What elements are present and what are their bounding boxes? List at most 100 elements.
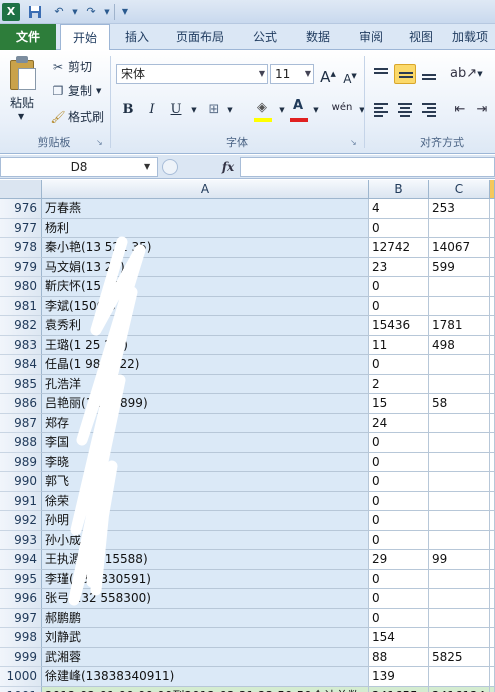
cell-c[interactable] [429,277,490,297]
cell-d[interactable] [490,257,495,277]
cell-b[interactable]: 2 [369,374,429,394]
row-header[interactable]: 984 [0,355,42,375]
font-name-select[interactable]: 宋体 ▼ [116,64,268,84]
row-header[interactable]: 1000 [0,667,42,687]
tab-view[interactable]: 视图 [398,24,444,50]
cell-b[interactable]: 0 [369,296,429,316]
cell-a[interactable]: 徐建峰(13838340911) [42,667,369,687]
cell-b[interactable]: 4 [369,199,429,219]
increase-indent-icon[interactable]: ⇥ [472,100,492,120]
cell-b[interactable]: 24 [369,413,429,433]
cell-b[interactable]: 0 [369,491,429,511]
cell-d[interactable] [490,628,495,648]
save-icon[interactable] [26,3,44,21]
row-header[interactable]: 982 [0,316,42,336]
align-right-button[interactable] [418,100,440,120]
cell-b[interactable]: 0 [369,608,429,628]
row-header[interactable]: 993 [0,530,42,550]
cell-d[interactable] [490,199,495,219]
cell-b[interactable]: 154 [369,628,429,648]
cell-d[interactable] [490,472,495,492]
row-header[interactable]: 977 [0,218,42,238]
orientation-icon[interactable]: ab↗ [450,64,477,84]
cell-d[interactable] [490,569,495,589]
underline-button[interactable]: U [166,100,186,120]
row-header[interactable]: 995 [0,569,42,589]
row-header[interactable]: 981 [0,296,42,316]
cell-a[interactable]: 2012-02-01 00:00:00到2012-03-31 23:59:59合… [42,686,369,692]
cell-d[interactable] [490,589,495,609]
cell-b[interactable]: 15 [369,394,429,414]
shrink-font-icon[interactable]: A▼ [340,66,360,86]
row-header[interactable]: 997 [0,608,42,628]
row-header[interactable]: 991 [0,491,42,511]
cell-a[interactable]: 刘静武 [42,628,369,648]
tab-data[interactable]: 数据 [295,24,341,50]
cell-b[interactable]: 0 [369,452,429,472]
cell-b[interactable]: 139 [369,667,429,687]
copy-button[interactable]: ❐ 复制 ▼ [50,82,102,99]
cell-d[interactable] [490,491,495,511]
cell-a[interactable]: 孙明 [42,511,369,531]
cell-a[interactable]: 郑存 [42,413,369,433]
worksheet-grid[interactable]: A B C 976 万春燕 4 253 977 杨利 0 978 秦小艳(13 521 35) 1… [0,180,495,692]
cell-b[interactable]: 0 [369,355,429,375]
cell-c[interactable] [429,608,490,628]
cell-b[interactable]: 23 [369,257,429,277]
column-header-d[interactable] [490,180,495,199]
align-middle-button[interactable] [394,64,416,84]
cell-a[interactable]: 吕艳丽(1 589899) [42,394,369,414]
row-header[interactable]: 988 [0,433,42,453]
font-color-icon[interactable]: A [288,96,308,116]
tab-file[interactable]: 文件 [0,24,56,50]
cell-a[interactable]: 孙小成 [42,530,369,550]
align-bottom-button[interactable] [418,64,440,84]
cell-a[interactable]: 张弓(132 558300) [42,589,369,609]
cell-d[interactable] [490,452,495,472]
cell-c[interactable] [429,433,490,453]
paste-icon[interactable] [8,56,38,92]
cell-d[interactable] [490,316,495,336]
tab-review[interactable]: 审阅 [348,24,394,50]
tab-formulas[interactable]: 公式 [242,24,288,50]
align-left-button[interactable] [370,100,392,120]
cell-c[interactable] [429,472,490,492]
cell-a[interactable]: 靳庆怀(15 22) [42,277,369,297]
insert-function-icon[interactable]: fx [218,157,238,177]
row-header[interactable]: 983 [0,335,42,355]
row-header[interactable]: 986 [0,394,42,414]
tab-addins[interactable]: 加载项 [452,24,495,50]
cell-b[interactable]: 29 [369,550,429,570]
cell-d[interactable] [490,511,495,531]
cell-c[interactable] [429,530,490,550]
column-header-c[interactable]: C [429,180,490,199]
paste-dropdown-icon[interactable]: ▼ [18,112,24,121]
cell-c[interactable] [429,589,490,609]
column-header-b[interactable]: B [369,180,429,199]
cell-d[interactable] [490,277,495,297]
row-header[interactable]: 994 [0,550,42,570]
cell-a[interactable]: 袁秀利 [42,316,369,336]
row-header[interactable]: 979 [0,257,42,277]
cell-a[interactable]: 王执源(1 115588) [42,550,369,570]
tab-page-layout[interactable]: 页面布局 [168,24,232,50]
row-header[interactable]: 978 [0,238,42,258]
cell-b[interactable]: 11 [369,335,429,355]
cell-c[interactable] [429,413,490,433]
cell-b[interactable]: 0 [369,433,429,453]
column-header-a[interactable]: A [42,180,369,199]
cell-c[interactable] [429,374,490,394]
cell-d[interactable] [490,550,495,570]
cell-c[interactable] [429,628,490,648]
cell-a[interactable]: 万春燕 [42,199,369,219]
row-header[interactable]: 989 [0,452,42,472]
paste-button[interactable]: 粘贴 [10,94,34,111]
cell-d[interactable] [490,238,495,258]
cell-b[interactable]: 15436 [369,316,429,336]
cell-b[interactable]: 0 [369,569,429,589]
format-painter-button[interactable]: 🖌 格式刷 [50,108,104,125]
cell-c[interactable] [429,569,490,589]
cell-b[interactable]: 0 [369,472,429,492]
cell-a[interactable]: 郝鹏鹏 [42,608,369,628]
grow-font-icon[interactable]: A▲ [318,64,338,86]
